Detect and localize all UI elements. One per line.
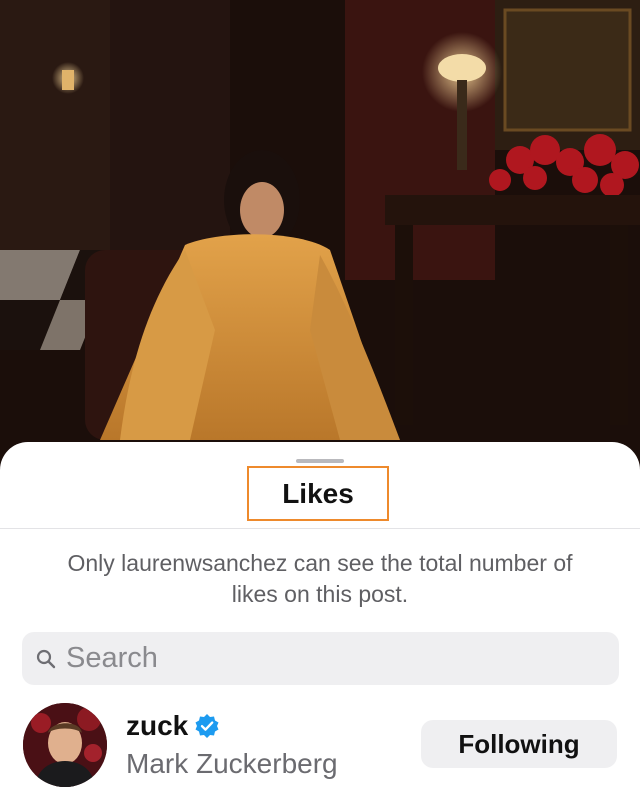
avatar[interactable] <box>23 703 107 787</box>
username[interactable]: zuck <box>126 710 188 742</box>
divider <box>0 528 640 529</box>
search-input[interactable] <box>66 642 566 675</box>
sheet-grabber[interactable] <box>296 459 344 463</box>
likes-sheet: Likes Only laurenwsanchez can see the to… <box>0 442 640 805</box>
likes-privacy-notice: Only laurenwsanchez can see the total nu… <box>67 550 573 607</box>
username-group[interactable]: zuck <box>126 710 220 742</box>
following-button[interactable]: Following <box>421 720 617 768</box>
verified-badge-icon <box>194 713 220 739</box>
list-item[interactable]: zuck Mark Zuckerberg Following <box>0 700 640 795</box>
sheet-title: Likes <box>247 466 389 521</box>
post-photo <box>0 0 640 470</box>
search-bar[interactable] <box>22 632 619 685</box>
search-icon <box>36 648 58 670</box>
full-name: Mark Zuckerberg <box>126 748 338 779</box>
